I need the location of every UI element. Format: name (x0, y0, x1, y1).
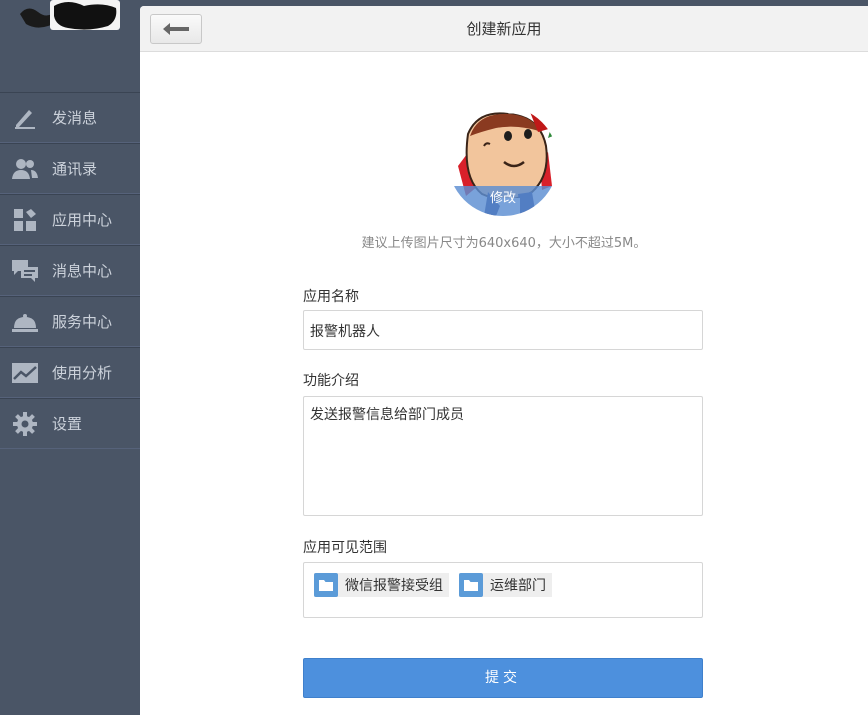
sidebar-item-label: 使用分析 (52, 364, 113, 382)
app-name-label: 应用名称 (303, 289, 359, 305)
sidebar-item-contacts[interactable]: 通讯录 (0, 143, 140, 194)
scope-tag[interactable]: 运维部门 (459, 573, 552, 597)
chat-bubbles-icon (12, 259, 38, 283)
sidebar-item-service-center[interactable]: 服务中心 (0, 296, 140, 347)
sidebar-item-settings[interactable]: 设置 (0, 398, 140, 449)
upload-hint: 建议上传图片尺寸为640x640，大小不超过5M。 (361, 236, 647, 251)
sidebar-item-app-center[interactable]: 应用中心 (0, 194, 140, 245)
folder-icon (314, 573, 338, 597)
visibility-scope-label: 应用可见范围 (303, 540, 387, 556)
service-bell-icon (12, 310, 38, 334)
sidebar-item-message-center[interactable]: 消息中心 (0, 245, 140, 296)
visibility-scope-box[interactable]: 微信报警接受组 运维部门 (303, 562, 703, 618)
sidebar-item-send-message[interactable]: 发消息 (0, 92, 140, 143)
logo-icon (18, 0, 122, 32)
chart-icon (12, 361, 38, 385)
gear-icon (12, 411, 38, 436)
sidebar-item-label: 服务中心 (52, 313, 113, 331)
sidebar: 发消息 通讯录 应用中心 消息中心 服务中心 使用分析 设置 (0, 0, 140, 715)
pencil-icon (12, 106, 38, 130)
submit-button[interactable]: 提交 (303, 658, 703, 698)
sidebar-item-usage-analysis[interactable]: 使用分析 (0, 347, 140, 398)
folder-icon (459, 573, 483, 597)
page-title: 创建新应用 (466, 20, 542, 38)
scope-tag-label: 运维部门 (490, 578, 546, 594)
avatar-edit-button[interactable]: 修改 (448, 186, 558, 216)
sidebar-nav: 发消息 通讯录 应用中心 消息中心 服务中心 使用分析 设置 (0, 92, 140, 449)
sidebar-item-label: 消息中心 (52, 262, 113, 280)
app-name-field[interactable]: 报警机器人 (303, 310, 703, 350)
logo-area (0, 0, 140, 92)
sidebar-item-label: 应用中心 (52, 211, 113, 229)
sidebar-item-label: 设置 (52, 415, 83, 433)
create-app-panel: 创建新应用 修改 建议上传图片尺寸为640x640，大小不超过5M。 应用名称 … (140, 6, 868, 715)
contacts-icon (12, 157, 38, 181)
sidebar-item-label: 发消息 (52, 109, 98, 127)
panel-header: 创建新应用 (140, 6, 868, 52)
app-description-label: 功能介绍 (303, 373, 359, 389)
sidebar-item-label: 通讯录 (52, 160, 98, 178)
scope-tag-label: 微信报警接受组 (345, 578, 443, 594)
app-avatar[interactable]: 修改 (448, 106, 558, 216)
app-description-field[interactable]: 发送报警信息给部门成员 (303, 396, 703, 516)
scope-tag[interactable]: 微信报警接受组 (314, 573, 449, 597)
apps-icon (12, 208, 38, 232)
